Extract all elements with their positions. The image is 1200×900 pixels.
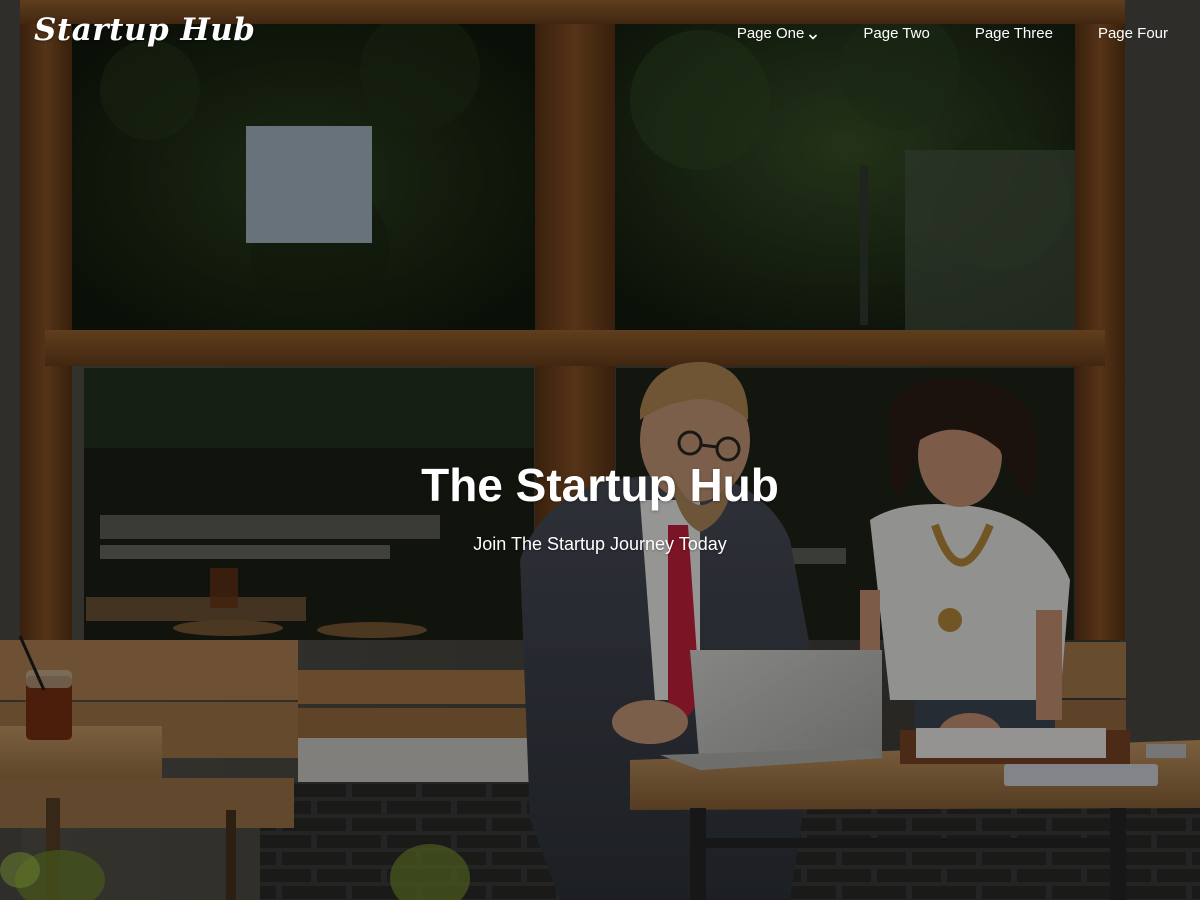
hero-background-image: [0, 0, 1200, 900]
nav-item-page-four[interactable]: Page Four: [1098, 25, 1168, 42]
nav-item-page-one[interactable]: Page One: [737, 25, 819, 42]
nav-item-page-two[interactable]: Page Two: [863, 25, 929, 42]
nav-item-label: Page Two: [863, 25, 930, 42]
top-navbar: Startup Hub Page One Page Two Page Three…: [0, 0, 1200, 70]
nav-item-label: Page One: [736, 25, 805, 42]
chevron-down-icon: [808, 29, 818, 40]
hero-subtitle: Join The Startup Journey Today: [473, 534, 727, 554]
nav-item-page-three[interactable]: Page Three: [975, 25, 1053, 42]
hero-section: The Startup Hub Join The Startup Journey…: [0, 452, 1200, 556]
main-nav: Page One Page Two Page Three Page Four: [737, 25, 1168, 42]
landing-page: Startup Hub Page One Page Two Page Three…: [0, 0, 1200, 900]
hero-title: The Startup Hub: [421, 459, 779, 511]
site-logo[interactable]: Startup Hub: [34, 12, 255, 48]
nav-item-label: Page Four: [1097, 25, 1168, 42]
nav-item-label: Page Three: [974, 25, 1053, 42]
